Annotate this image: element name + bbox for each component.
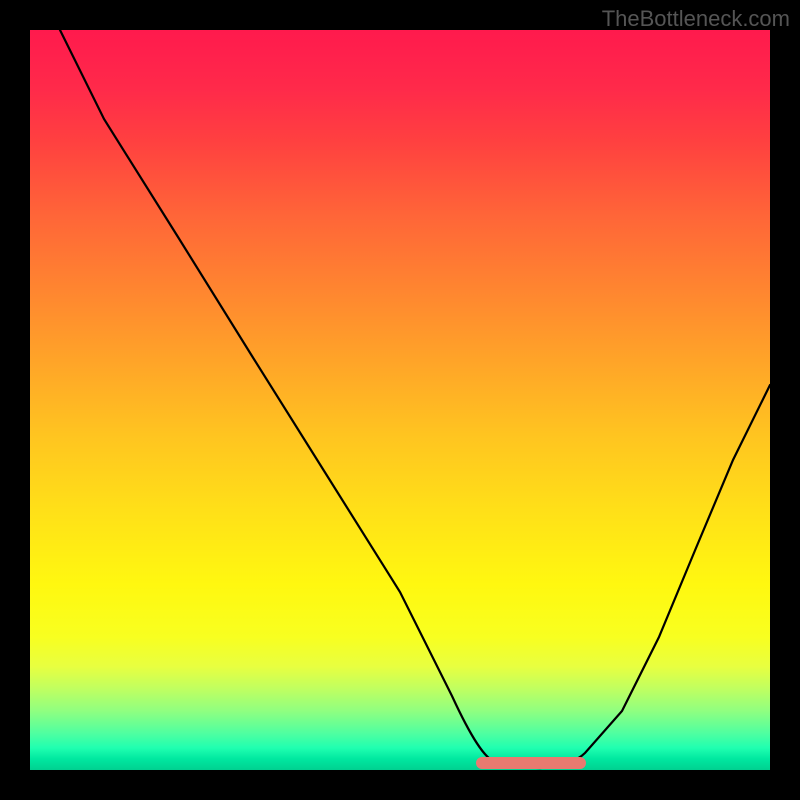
chart-curve-path bbox=[60, 30, 770, 768]
chart-plot-area bbox=[30, 30, 770, 770]
watermark-text: TheBottleneck.com bbox=[602, 6, 790, 32]
highlight-band bbox=[476, 757, 586, 769]
chart-curve-svg bbox=[30, 30, 770, 770]
